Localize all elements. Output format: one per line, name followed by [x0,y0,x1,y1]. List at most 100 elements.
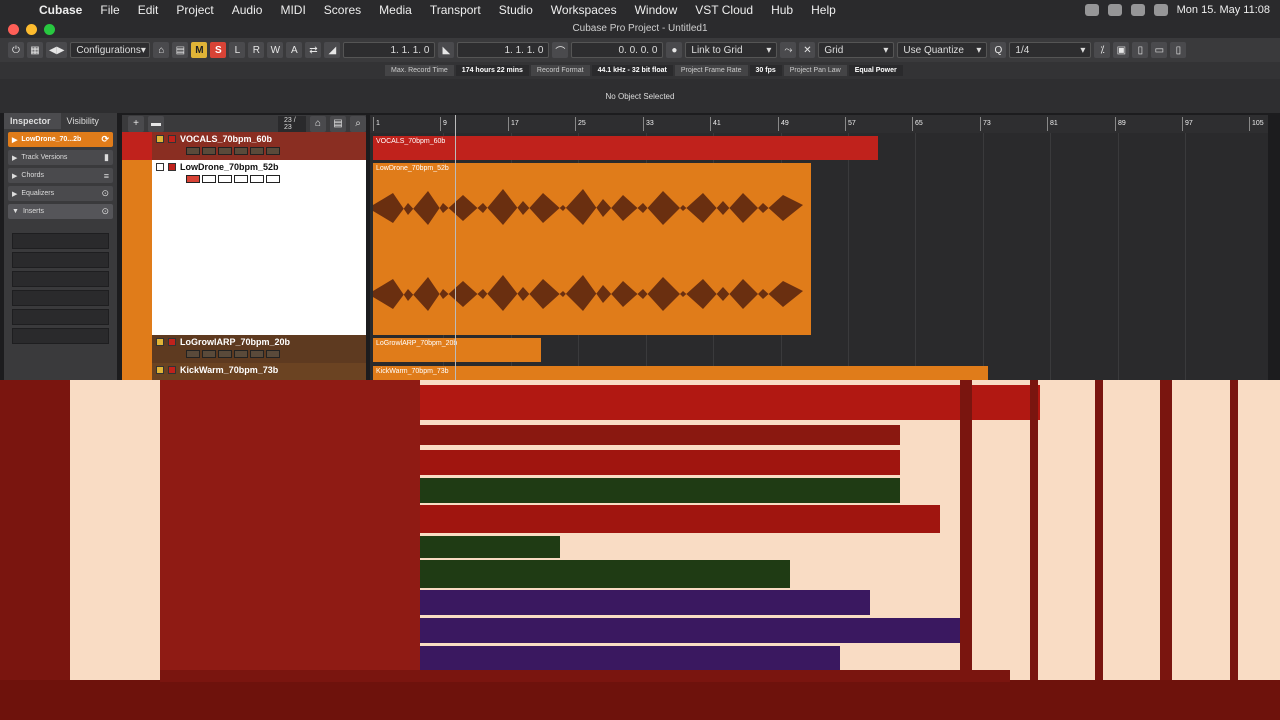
menu-midi[interactable]: MIDI [271,3,314,17]
menu-clock[interactable]: Mon 15. May 11:08 [1177,4,1270,16]
search-icon[interactable]: ⌕ [350,115,366,132]
record-format-value[interactable]: 44.1 kHz - 32 bit float [591,65,673,76]
menu-help[interactable]: Help [802,3,845,17]
read-button[interactable] [250,350,264,358]
track-row[interactable]: VOCALS_70bpm_60b [122,132,366,160]
menu-hub[interactable]: Hub [762,3,802,17]
track-header[interactable]: KickWarm_70bpm_73b [152,363,366,380]
menu-audio[interactable]: Audio [223,3,272,17]
right-locator-icon[interactable]: ◣ [438,42,455,58]
pointer-tool-icon[interactable]: ◀▶ [46,42,68,58]
solo-button[interactable] [234,175,248,183]
record-format-label[interactable]: Record Format [530,65,590,76]
insert-slot[interactable] [12,271,109,287]
mute-button[interactable] [218,147,232,155]
edit-icon[interactable]: ⟳ [101,134,109,145]
frame-rate-value[interactable]: 30 fps [749,65,782,76]
quantize-icon[interactable]: Q [990,42,1007,58]
monitor-button[interactable] [202,350,216,358]
read-button[interactable] [250,147,264,155]
add-track-button[interactable]: + [128,115,144,132]
pan-law-value[interactable]: Equal Power [848,65,903,76]
write-button[interactable]: W [267,42,284,58]
length-field[interactable]: 0. 0. 0. 0 [571,42,664,58]
search-icon[interactable] [1153,4,1168,16]
audio-event[interactable]: LowDrone_70bpm_52b [373,163,811,335]
menu-vst-cloud[interactable]: VST Cloud [686,3,762,17]
inspector-toggle-icon[interactable]: ▦ [27,42,43,58]
monitor-button[interactable] [202,147,216,155]
solo-button[interactable] [234,350,248,358]
add-folder-icon[interactable]: ▬ [148,115,164,132]
write-button[interactable] [266,175,280,183]
mute-button[interactable]: M [191,42,208,58]
audio-event[interactable]: VOCALS_70bpm_60b [373,136,878,160]
menu-window[interactable]: Window [626,3,687,17]
section-chords[interactable]: ▶ Chords ≡ [8,168,113,183]
zone-bottom-icon[interactable]: ▭ [1151,42,1168,58]
inspector-track-header[interactable]: ▶ LowDrone_70...2b ⟳ [8,132,113,147]
menu-studio[interactable]: Studio [490,3,542,17]
section-track-versions[interactable]: ▶ Track Versions ▮ [8,150,113,165]
ruler[interactable]: 1 9 17 25 33 41 49 57 65 73 81 89 97 105 [370,115,1268,133]
menu-media[interactable]: Media [370,3,421,17]
track-header[interactable]: LoGrowlARP_70bpm_20b [152,335,366,363]
menu-scores[interactable]: Scores [315,3,370,17]
left-locator-icon[interactable]: ◢ [324,42,341,58]
audio-event[interactable]: LoGrowlARP_70bpm_20b [373,338,541,362]
menu-transport[interactable]: Transport [421,3,490,17]
track-row[interactable]: LoGrowlARP_70bpm_20b [122,335,366,363]
record-icon[interactable] [168,135,176,143]
window-layout-icon[interactable]: ▣ [1113,42,1130,58]
mute-button[interactable] [218,350,232,358]
layout-icon[interactable]: ▤ [172,42,189,58]
menu-project[interactable]: Project [167,3,222,17]
pan-law-label[interactable]: Project Pan Law [783,65,847,76]
audio-event[interactable]: KickWarm_70bpm_73b [373,366,988,380]
record-icon[interactable] [168,366,176,374]
insert-slot[interactable] [12,233,109,249]
listen-button[interactable]: L [229,42,246,58]
insert-slot[interactable] [12,252,109,268]
section-equalizers[interactable]: ▶ Equalizers ⊙ [8,186,113,201]
track-header[interactable]: LowDrone_70bpm_52b [152,160,366,335]
link-to-grid-dropdown[interactable]: Link to Grid ▾ [685,42,778,58]
zoom-icon[interactable] [44,24,55,35]
insert-slot[interactable] [12,290,109,306]
frame-rate-label[interactable]: Project Frame Rate [674,65,748,76]
iterative-quantize-icon[interactable]: ⁒ [1094,42,1111,58]
battery-icon[interactable] [1130,4,1145,16]
quantize-mode-dropdown[interactable]: Use Quantize ▾ [897,42,988,58]
insert-slot[interactable] [12,328,109,344]
insert-slot[interactable] [12,309,109,325]
control-center-icon[interactable] [1084,4,1099,16]
zone-right-icon[interactable]: ▯ [1170,42,1187,58]
zone-left-icon[interactable]: ▯ [1132,42,1149,58]
home-icon[interactable]: ⌂ [310,115,326,132]
home-icon[interactable]: ⌂ [153,42,170,58]
mute-button[interactable] [218,175,232,183]
configurations-dropdown[interactable]: Configurations ▾ [70,42,151,58]
record-icon[interactable] [168,163,176,171]
left-locator-field[interactable]: 1. 1. 1. 0 [343,42,436,58]
track-row[interactable]: KickWarm_70bpm_73b [122,363,366,380]
track-row[interactable]: LowDrone_70bpm_52b [122,160,366,335]
track-name[interactable]: LowDrone_70bpm_52b [180,162,279,172]
playhead-cursor[interactable] [455,115,456,380]
menu-app[interactable]: Cubase [30,3,91,17]
length-icon[interactable]: ⌒ [552,42,569,58]
track-name[interactable]: KickWarm_70bpm_73b [180,365,278,375]
write-button[interactable] [266,350,280,358]
record-icon[interactable] [168,338,176,346]
section-inserts[interactable]: ▼ Inserts ⊙ [8,204,113,219]
project-window[interactable]: 1 9 17 25 33 41 49 57 65 73 81 89 97 105… [370,115,1268,380]
inserts-bypass-icon[interactable]: ⊙ [101,206,109,217]
tab-visibility[interactable]: Visibility [61,113,118,129]
track-name[interactable]: VOCALS_70bpm_60b [180,134,272,144]
monitor-button[interactable] [202,175,216,183]
solo-button[interactable] [234,147,248,155]
snap-icon[interactable]: ● [666,42,683,58]
record-button[interactable] [186,175,200,183]
record-button[interactable] [186,350,200,358]
grid-dropdown[interactable]: Grid ▾ [818,42,895,58]
